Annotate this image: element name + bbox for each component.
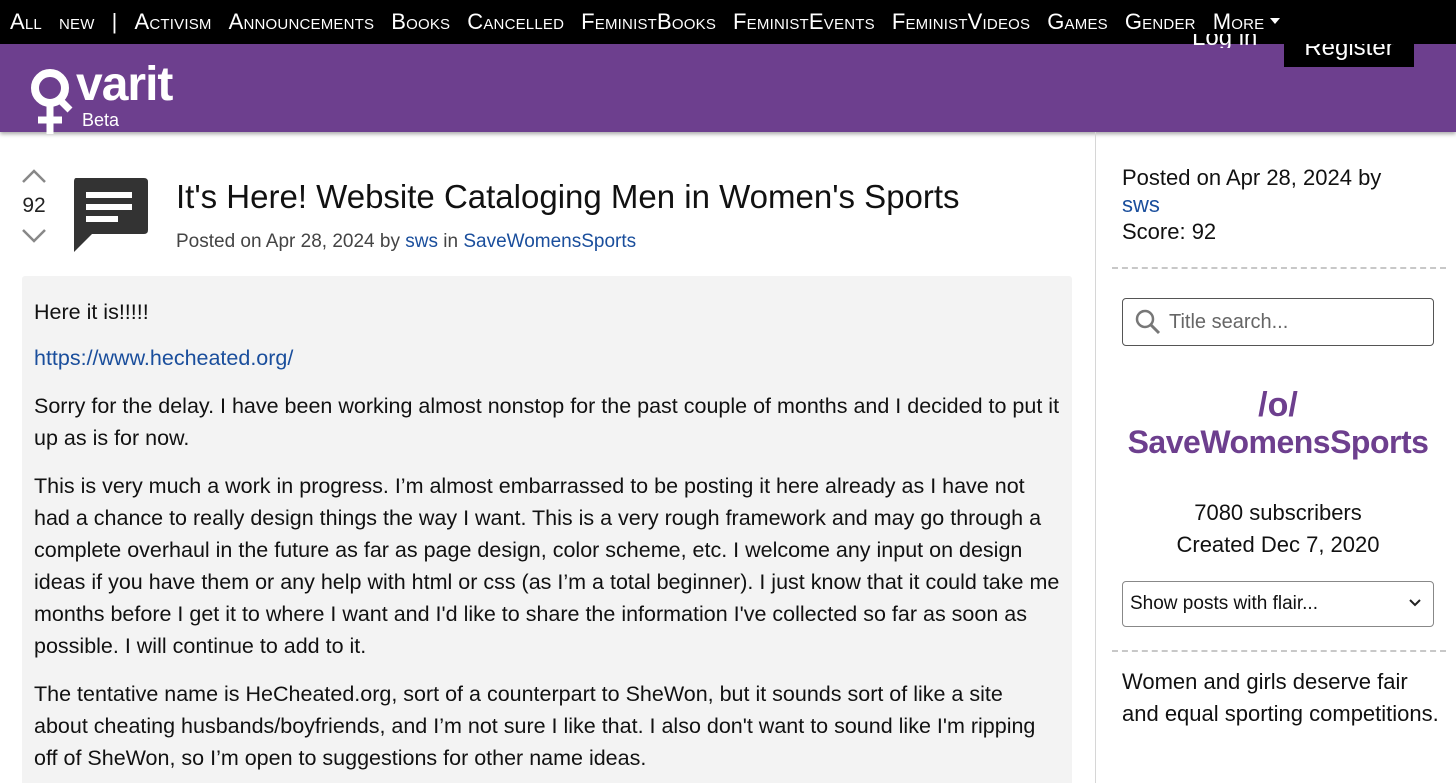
flair-select[interactable]: Show posts with flair...: [1122, 581, 1434, 627]
site-logo[interactable]: varit Beta: [28, 58, 198, 134]
posted-date: Posted on Apr 28, 2024 by: [176, 231, 400, 252]
logo-text: varit: [76, 58, 173, 111]
post-paragraph: Sorry for the delay. I have been working…: [34, 394, 1060, 450]
register-button[interactable]: Register: [1284, 44, 1414, 67]
flair-select-label: Show posts with flair...: [1130, 593, 1318, 614]
post-title[interactable]: It's Here! Website Cataloging Men in Wom…: [176, 178, 960, 216]
dashed-divider: [1112, 650, 1446, 652]
vote-widget: 92: [18, 168, 50, 244]
venus-logo-icon: [31, 69, 73, 134]
post-link[interactable]: https://www.hecheated.org/: [34, 346, 293, 370]
sidebar-author-link[interactable]: sws: [1122, 192, 1160, 217]
nav-item-cancelled[interactable]: Cancelled: [467, 0, 564, 44]
nav-item-announcements[interactable]: Announcements: [229, 0, 375, 44]
nav-item-new[interactable]: new: [59, 0, 95, 44]
site-header: varit Beta Log in Register: [0, 34, 1456, 134]
nav-item-activism[interactable]: Activism: [135, 0, 212, 44]
title-search-box[interactable]: [1122, 298, 1434, 346]
post-paragraph: Here it is!!!!!: [34, 300, 149, 324]
nav-item-games[interactable]: Games: [1047, 0, 1108, 44]
nav-item-feministvideos[interactable]: FeministVideos: [892, 0, 1030, 44]
nav-item-all[interactable]: All: [10, 0, 42, 44]
nav-item-gender[interactable]: Gender: [1125, 0, 1196, 44]
post-paragraph: This is very much a work in progress. I’…: [34, 474, 1060, 658]
nav-more-label: More: [1212, 9, 1265, 34]
community-name[interactable]: SaveWomensSports: [1112, 424, 1444, 461]
post-meta: Posted on Apr 28, 2024 by sws in SaveWom…: [176, 231, 636, 253]
community-stats: 7080 subscribers Created Dec 7, 2020: [1112, 497, 1444, 561]
author-link[interactable]: sws: [405, 231, 438, 252]
nav-item-feministevents[interactable]: FeministEvents: [733, 0, 875, 44]
post-body: Here it is!!!!! https://www.hecheated.or…: [22, 276, 1072, 783]
meta-in: in: [443, 231, 459, 252]
nav-item-books[interactable]: Books: [391, 0, 450, 44]
text-post-icon[interactable]: [70, 176, 150, 254]
post-paragraph: The tentative name is HeCheated.org, sor…: [34, 682, 1036, 770]
nav-separator: |: [111, 9, 118, 34]
sidebar-post-info: Posted on Apr 28, 2024 by sws Score: 92: [1122, 164, 1381, 245]
login-link[interactable]: Log in: [1192, 34, 1257, 48]
downvote-icon[interactable]: [21, 228, 47, 244]
community-description: Women and girls deserve fair and equal s…: [1122, 669, 1439, 726]
community-prefix[interactable]: /o/: [1112, 386, 1444, 425]
created-date: Created Dec 7, 2020: [1176, 532, 1380, 557]
beta-label: Beta: [82, 110, 120, 130]
chevron-down-icon: [1409, 599, 1421, 607]
title-search-input[interactable]: [1169, 310, 1419, 334]
search-icon: [1135, 309, 1161, 335]
upvote-icon[interactable]: [21, 168, 47, 184]
sidebar-divider: [1095, 132, 1096, 783]
nav-item-feministbooks[interactable]: FeministBooks: [581, 0, 716, 44]
sidebar-score: Score: 92: [1122, 219, 1217, 244]
subscriber-count: 7080 subscribers: [1194, 500, 1362, 525]
sidebar-posted: Posted on Apr 28, 2024 by: [1122, 165, 1382, 190]
post-score: 92: [22, 194, 46, 217]
community-link[interactable]: SaveWomensSports: [463, 231, 636, 252]
dashed-divider: [1112, 267, 1446, 269]
caret-down-icon: [1270, 18, 1281, 25]
